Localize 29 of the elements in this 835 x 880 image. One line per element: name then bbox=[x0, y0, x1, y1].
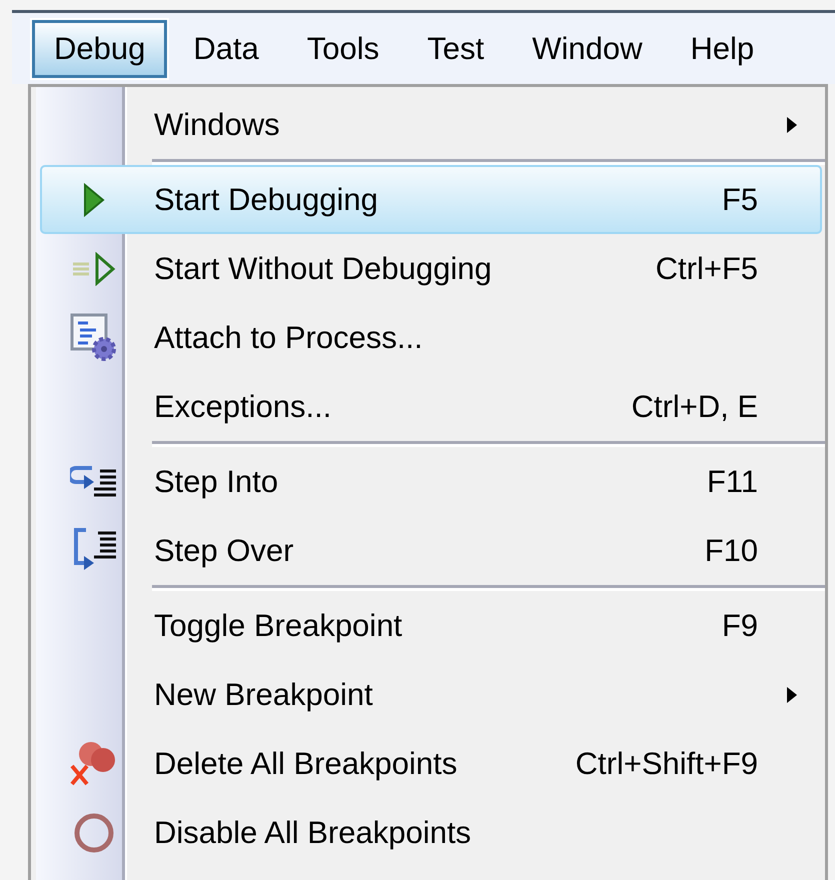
menu-item[interactable]: Start Without Debugging Ctrl+F5 bbox=[40, 234, 822, 303]
shortcut-text: F9 bbox=[722, 608, 758, 644]
menu-bar-item[interactable]: Tools bbox=[284, 20, 402, 78]
shortcut-text: Ctrl+F5 bbox=[656, 250, 758, 286]
run-lines-icon bbox=[71, 252, 117, 286]
menu-item[interactable]: Disable All Breakpoints bbox=[40, 798, 822, 867]
menu-bar-item[interactable]: Test bbox=[405, 20, 506, 78]
shortcut-text: F5 bbox=[722, 182, 758, 218]
shortcut-text: Ctrl+Shift+F9 bbox=[575, 746, 758, 782]
menu-bar-item[interactable]: Help bbox=[668, 20, 776, 78]
shortcut-text: Ctrl+D, E bbox=[631, 388, 758, 424]
menu-bar-item[interactable]: Data bbox=[171, 20, 281, 78]
menu-item[interactable]: Step Over F10 bbox=[40, 516, 822, 585]
menu-item[interactable]: Toggle Breakpoint F9 bbox=[40, 591, 822, 660]
document-gear-icon bbox=[70, 312, 118, 362]
play-icon bbox=[83, 182, 105, 216]
step-into-icon bbox=[70, 464, 118, 498]
menu-bar-item[interactable]: Debug bbox=[32, 20, 168, 78]
menu-item[interactable]: Delete All Breakpoints Ctrl+Shift+F9 bbox=[40, 729, 822, 798]
circle-outline-icon bbox=[72, 810, 116, 854]
shortcut-text: F11 bbox=[706, 464, 758, 500]
menu-item[interactable]: Start Debugging F5 bbox=[40, 165, 822, 234]
menu-bar-item[interactable]: Window bbox=[510, 20, 664, 78]
menu-item[interactable]: Windows bbox=[40, 90, 822, 159]
menu-item[interactable]: Exceptions... Ctrl+D, E bbox=[40, 372, 822, 441]
shortcut-text: F10 bbox=[704, 532, 758, 568]
menu-item[interactable]: Step Into F11 bbox=[40, 447, 822, 516]
menu-item[interactable]: New Breakpoint bbox=[40, 660, 822, 729]
menu-item[interactable]: Attach to Process... bbox=[40, 303, 822, 372]
